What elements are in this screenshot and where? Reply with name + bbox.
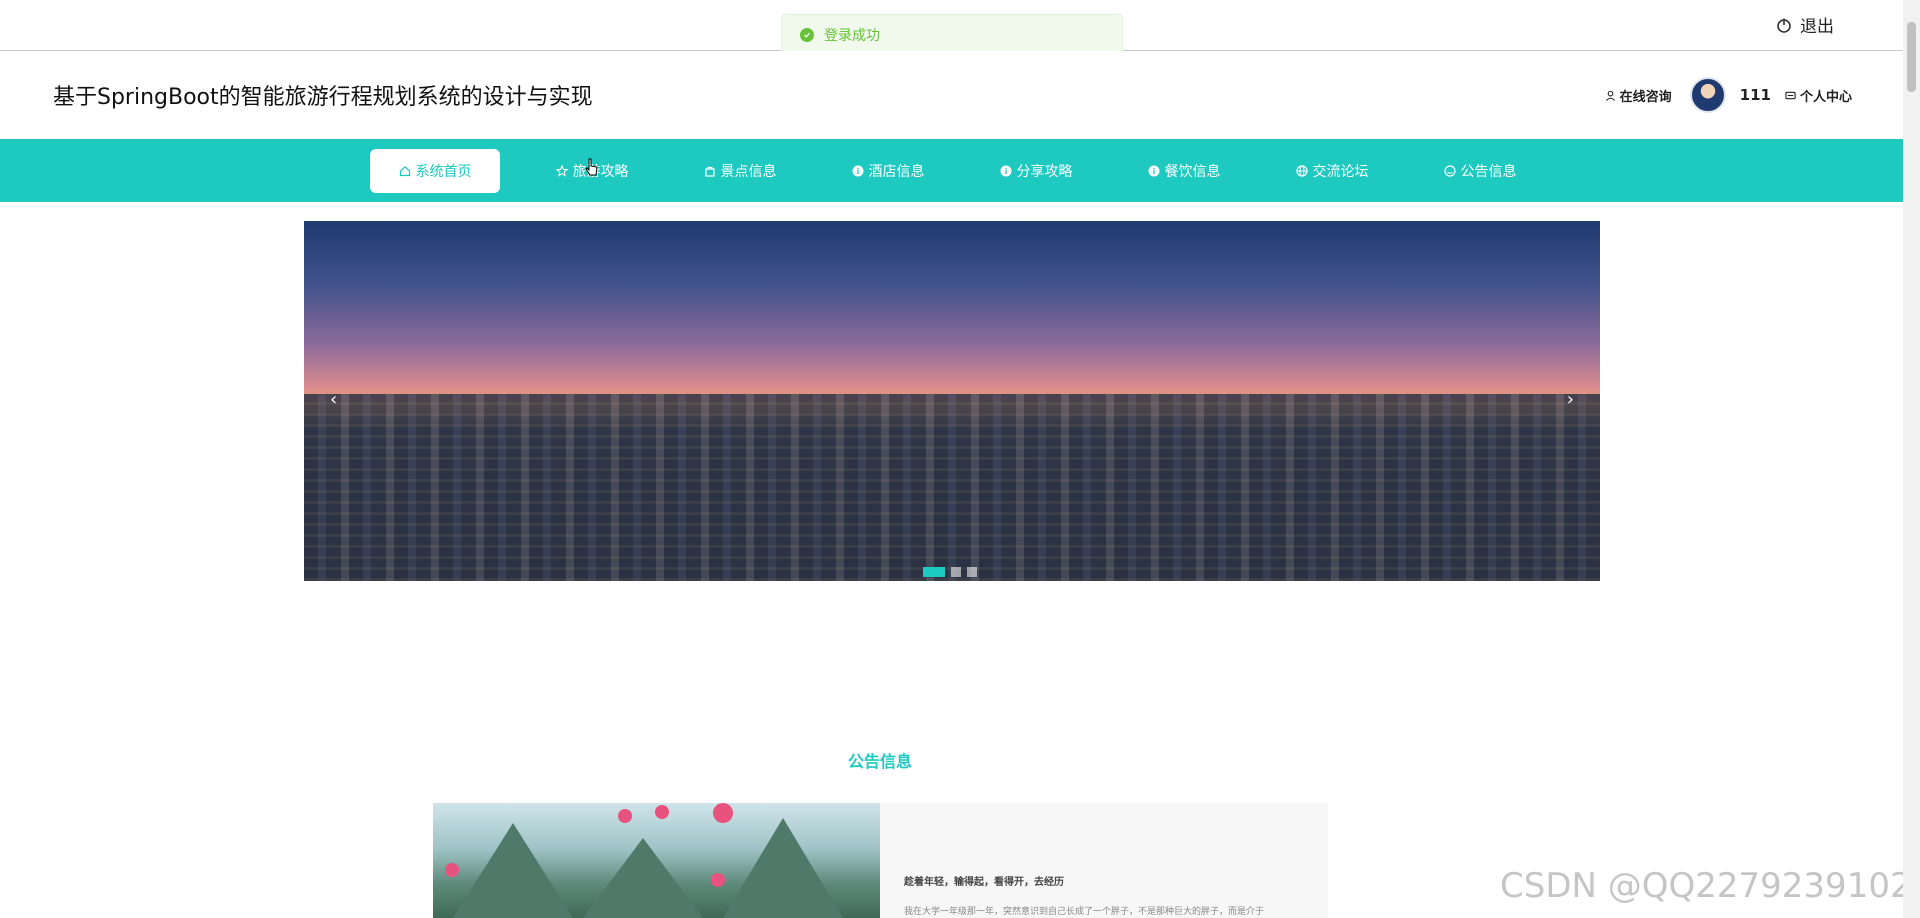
nav-item-share-guide[interactable]: 分享攻略 <box>962 149 1110 193</box>
nav-item-label: 公告信息 <box>1460 164 1517 180</box>
karst-mountain-blossom-image <box>433 803 880 918</box>
carousel-dot[interactable] <box>951 567 961 577</box>
announcement-title: 趁着年轻，输得起，看得开，去经历 <box>904 877 1064 888</box>
announcement-card[interactable]: 趁着年轻，输得起，看得开，去经历 我在大学一年级那一年，突然意识到自己长成了一个… <box>433 803 1328 918</box>
nav-item-announcements[interactable]: 公告信息 <box>1406 149 1554 193</box>
toast-message: 登录成功 <box>824 28 880 44</box>
nav-item-label: 餐饮信息 <box>1164 164 1221 180</box>
page-scrollbar[interactable] <box>1903 0 1920 918</box>
blossom <box>711 873 725 887</box>
mountain-peak <box>723 818 843 918</box>
smile-icon <box>1443 165 1456 177</box>
personal-center-label: 个人中心 <box>1799 89 1852 105</box>
mountain-peak <box>583 838 703 918</box>
mouse-cursor-icon <box>585 158 598 176</box>
info-icon <box>1148 165 1159 177</box>
carousel-prev-button[interactable]: ‹ <box>330 389 337 410</box>
scrollbar-thumb[interactable] <box>1907 22 1916 92</box>
blossom <box>713 803 733 823</box>
globe-icon <box>1295 165 1308 177</box>
carousel-dot[interactable] <box>967 567 977 577</box>
logout-label: 退出 <box>1800 17 1834 37</box>
star-icon <box>555 165 568 177</box>
nav-item-scenic-spots[interactable]: 景点信息 <box>666 149 814 193</box>
carousel-dot[interactable] <box>923 567 945 577</box>
carousel-next-button[interactable]: › <box>1567 389 1574 410</box>
power-icon <box>1777 18 1791 33</box>
blossom <box>655 805 669 819</box>
logout-button[interactable]: 退出 <box>1776 12 1834 37</box>
info-icon <box>1000 165 1011 177</box>
mountain-peak <box>453 823 573 918</box>
success-toast: 登录成功 <box>781 14 1123 56</box>
check-circle-icon <box>800 28 814 42</box>
header-actions: 在线咨询 111 个人中心 <box>1605 77 1852 113</box>
online-consult-label: 在线咨询 <box>1619 89 1672 105</box>
home-icon <box>399 165 410 177</box>
site-header: 基于SpringBoot的智能旅游行程规划系统的设计与实现 在线咨询 111 个… <box>0 51 1903 139</box>
announcement-excerpt: 我在大学一年级那一年，突然意识到自己长成了一个胖子，不是那种巨大的胖子，而是介于 <box>904 907 1265 917</box>
nav-item-label: 旅游攻略 <box>572 164 629 180</box>
nav-item-home[interactable]: 系统首页 <box>370 149 500 193</box>
nav-item-hotels[interactable]: 酒店信息 <box>814 149 962 193</box>
personal-center-link[interactable]: 个人中心 <box>1785 86 1852 105</box>
nav-item-label: 景点信息 <box>720 164 777 180</box>
city-lights <box>304 393 1600 581</box>
avatar[interactable] <box>1689 77 1726 113</box>
blossom <box>445 863 459 877</box>
username: 111 <box>1739 86 1771 104</box>
main-nav: 系统首页 旅游攻略 景点信息 酒店信息 分享攻略 餐饮信息 交流论坛 公告信息 <box>0 139 1903 202</box>
info-icon <box>852 165 863 177</box>
online-consult-link[interactable]: 在线咨询 <box>1605 86 1672 105</box>
nav-item-label: 酒店信息 <box>868 164 925 180</box>
card-icon <box>1785 91 1796 99</box>
nav-item-dining[interactable]: 餐饮信息 <box>1110 149 1258 193</box>
watermark: CSDN @QQ2279239102 <box>1500 866 1912 906</box>
banner-carousel[interactable]: ‹ › <box>304 221 1600 581</box>
nav-item-label: 分享攻略 <box>1016 164 1073 180</box>
announcements-section-title: 公告信息 <box>847 752 912 771</box>
nav-item-forum[interactable]: 交流论坛 <box>1258 149 1406 193</box>
blossom <box>618 809 632 823</box>
user-icon <box>1605 90 1615 101</box>
site-title: 基于SpringBoot的智能旅游行程规划系统的设计与实现 <box>53 85 593 110</box>
bag-icon <box>704 166 715 177</box>
nav-item-label: 交流论坛 <box>1312 164 1369 180</box>
carousel-indicators <box>923 567 977 577</box>
nav-item-label: 系统首页 <box>415 164 472 180</box>
